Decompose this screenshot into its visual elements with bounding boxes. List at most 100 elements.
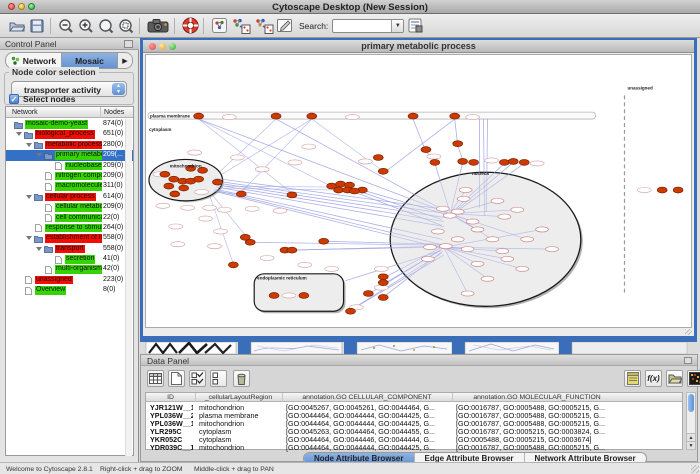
nucleus-node[interactable] xyxy=(431,229,444,234)
help-lifesaver-icon[interactable] xyxy=(181,17,199,35)
nucleus-node[interactable] xyxy=(457,196,470,201)
tree-row[interactable]: establishment of lo558(0) xyxy=(6,233,133,243)
gene-node[interactable] xyxy=(160,171,170,177)
nucleus-node[interactable] xyxy=(461,247,474,252)
nucleus-node[interactable] xyxy=(421,256,434,261)
tree-row[interactable]: biological_process651(0) xyxy=(6,129,133,139)
import-network-icon[interactable] xyxy=(230,17,251,35)
network-view-window[interactable]: primary metabolic process plasma membran… xyxy=(140,38,697,342)
node-label-pill[interactable] xyxy=(374,266,388,271)
tree-item-label[interactable]: metabolic process xyxy=(45,141,102,150)
nucleus-node[interactable] xyxy=(501,256,514,261)
node-label-pill[interactable] xyxy=(230,155,244,160)
network-overview-icon[interactable] xyxy=(210,17,228,35)
nucleus-node[interactable] xyxy=(466,219,479,224)
nucleus-node[interactable] xyxy=(481,276,494,281)
expand-triangle-icon[interactable] xyxy=(26,195,32,199)
tree-item-label[interactable]: mosaic-demo-yeast xyxy=(25,120,88,129)
tree-row[interactable]: unassigned223(0) xyxy=(6,275,133,285)
nucleus-node[interactable] xyxy=(443,213,456,218)
nucleus-node[interactable] xyxy=(516,266,529,271)
gene-node[interactable] xyxy=(245,239,255,245)
gene-node[interactable] xyxy=(228,262,238,268)
nucleus-node[interactable] xyxy=(496,249,509,254)
node-label-pill[interactable] xyxy=(273,208,287,213)
nucleus-node[interactable] xyxy=(511,207,524,212)
nucleus-node[interactable] xyxy=(436,206,449,211)
node-label-pill[interactable] xyxy=(298,262,312,267)
nucleus-node[interactable] xyxy=(459,187,472,192)
table-column-header[interactable]: ID xyxy=(146,394,195,401)
nucleus-node[interactable] xyxy=(498,214,511,219)
column-divider[interactable] xyxy=(452,393,453,402)
table-column-header[interactable]: annotation.GO CELLULAR_COMPONENT xyxy=(282,394,452,401)
node-label-pill[interactable] xyxy=(208,244,222,249)
zoom-out-icon[interactable] xyxy=(57,17,75,35)
node-label-pill[interactable] xyxy=(214,229,228,234)
node-label-pill[interactable] xyxy=(485,158,499,163)
gene-node[interactable] xyxy=(378,294,388,300)
expand-triangle-icon[interactable] xyxy=(26,143,32,147)
expand-triangle-icon[interactable] xyxy=(36,247,42,251)
tree-row[interactable]: macromolecule311(0) xyxy=(6,181,133,191)
gene-node[interactable] xyxy=(271,113,281,119)
nucleus-node[interactable] xyxy=(536,227,549,232)
table-row[interactable]: YLR295Ccytoplasm[GO:0045263, GO:0044464,… xyxy=(146,427,682,435)
tree-row[interactable]: cell communicat22(0) xyxy=(6,213,133,223)
window-resize-grip[interactable] xyxy=(685,329,692,335)
nucleus-node[interactable] xyxy=(439,244,452,249)
nucleus-node[interactable] xyxy=(491,198,504,203)
tree-row[interactable]: nucleobase-209(0) xyxy=(6,161,133,171)
gene-node[interactable] xyxy=(336,181,346,187)
data-panel-float-icon[interactable] xyxy=(684,357,692,364)
column-divider[interactable] xyxy=(195,393,196,402)
app-titlebar[interactable]: Cytoscape Desktop (New Session) xyxy=(0,0,700,14)
export-network-icon[interactable] xyxy=(253,17,274,35)
node-label-pill[interactable] xyxy=(302,144,316,149)
scroll-up-arrow[interactable]: ▲ xyxy=(687,433,695,441)
attribute-table[interactable]: ID_cellularLayoutRegionannotation.GO CEL… xyxy=(145,392,683,450)
gene-node[interactable] xyxy=(657,187,667,193)
node-label-pill[interactable] xyxy=(203,205,217,210)
tree-item-label[interactable]: unassigned xyxy=(35,276,73,285)
matrix-icon[interactable] xyxy=(687,370,700,387)
nucleus-node[interactable] xyxy=(546,247,559,252)
node-label-pill[interactable] xyxy=(466,115,480,120)
tree-item-label[interactable]: secretion xyxy=(65,255,95,264)
tree-scrollbar[interactable] xyxy=(125,119,132,456)
gene-node[interactable] xyxy=(378,280,388,286)
network-canvas[interactable]: plasma membranecytoplasmmitochondrionnuc… xyxy=(145,54,692,328)
table-row[interactable]: YKR052Ccytoplasm[GO:0044464, GO:0044446,… xyxy=(146,435,682,443)
tree-row[interactable]: multi-organism pro42(0) xyxy=(6,264,133,274)
select-nodes-checkbox[interactable]: ✓ xyxy=(9,94,19,104)
gene-node[interactable] xyxy=(179,185,189,191)
camera-icon[interactable] xyxy=(146,17,170,35)
node-label-pill[interactable] xyxy=(188,150,202,155)
node-label-pill[interactable] xyxy=(199,216,213,221)
tree-row[interactable]: metabolic process280(0) xyxy=(6,140,133,150)
zoom-in-icon[interactable] xyxy=(77,17,95,35)
nucleus-node[interactable] xyxy=(471,261,484,266)
table-column-header[interactable]: _cellularLayoutRegion xyxy=(195,394,282,401)
tree-row[interactable]: Overview8(0) xyxy=(6,285,133,295)
table-cell[interactable]: mitochondrion xyxy=(199,443,280,452)
node-label-pill[interactable] xyxy=(255,167,269,172)
node-label-pill[interactable] xyxy=(288,160,302,165)
attribute-table-icon[interactable] xyxy=(147,370,164,387)
gene-node[interactable] xyxy=(194,176,204,182)
edit-annotations-icon[interactable] xyxy=(276,17,294,35)
gene-node[interactable] xyxy=(307,113,317,119)
float-panel-icon[interactable] xyxy=(124,40,133,48)
node-label-pill[interactable] xyxy=(195,189,209,194)
gene-node[interactable] xyxy=(269,293,279,299)
tree-item-label[interactable]: Overview xyxy=(35,286,66,295)
app-resize-grip[interactable] xyxy=(691,465,699,473)
gene-node[interactable] xyxy=(346,308,356,314)
tree-row[interactable]: cellular process614(0) xyxy=(6,192,133,202)
tree-item-label[interactable]: cell communicat xyxy=(55,214,102,223)
save-icon[interactable] xyxy=(28,17,46,35)
tree-row[interactable]: secretion41(0) xyxy=(6,254,133,264)
node-label-pill[interactable] xyxy=(245,206,259,211)
expand-triangle-icon[interactable] xyxy=(26,236,32,240)
tree-row[interactable]: mosaic-demo-yeast874(0) xyxy=(6,119,133,129)
